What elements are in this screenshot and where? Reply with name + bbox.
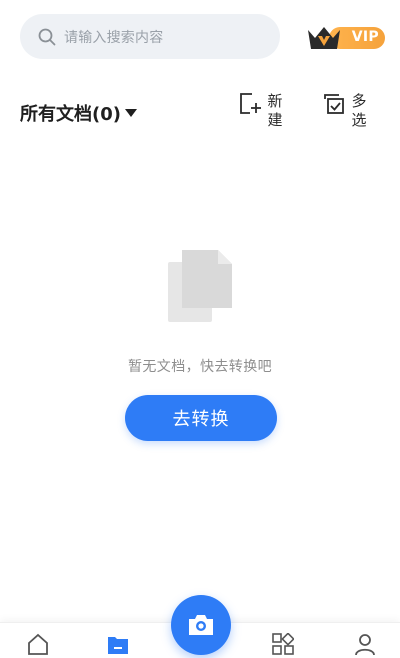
new-label-line2: 建 [267,111,283,129]
folder-title: 所有文档(0) [20,104,121,125]
multi-select-line2: 选 [351,111,367,129]
camera-icon [189,615,213,635]
search-icon [38,28,56,45]
crown-icon [308,27,340,49]
empty-message: 暂无文档，快去转换吧 [128,359,272,375]
camera-button[interactable] [171,595,231,655]
search-placeholder: 请输入搜索内容 [64,29,164,46]
profile-icon[interactable] [354,633,376,655]
new-label: 新 建 [266,92,284,130]
vip-badge[interactable]: VIP [305,22,385,54]
multi-select-icon [324,94,344,114]
caret-down-icon [124,109,137,117]
empty-documents-icon [168,250,232,322]
multi-select-button[interactable]: 多 选 [322,92,368,130]
multi-select-line1: 多 [351,92,367,110]
multi-select-label: 多 选 [350,92,368,130]
vip-label: VIP [351,29,379,45]
new-label-line1: 新 [267,92,283,110]
new-doc-icon [240,93,261,114]
search-bar[interactable]: 请输入搜索内容 [20,14,280,59]
go-convert-button[interactable]: 去转换 [125,395,277,441]
home-icon[interactable] [27,633,49,655]
new-button[interactable]: 新 建 [238,92,284,130]
folder-dropdown[interactable]: 所有文档(0) [20,100,137,126]
documents-icon[interactable] [107,633,129,655]
app-screen: 请输入搜索内容 VIP 所有文档(0) 新 建 多 选 暂无文档，快去转换吧 去… [0,0,400,658]
apps-icon[interactable] [272,633,294,655]
